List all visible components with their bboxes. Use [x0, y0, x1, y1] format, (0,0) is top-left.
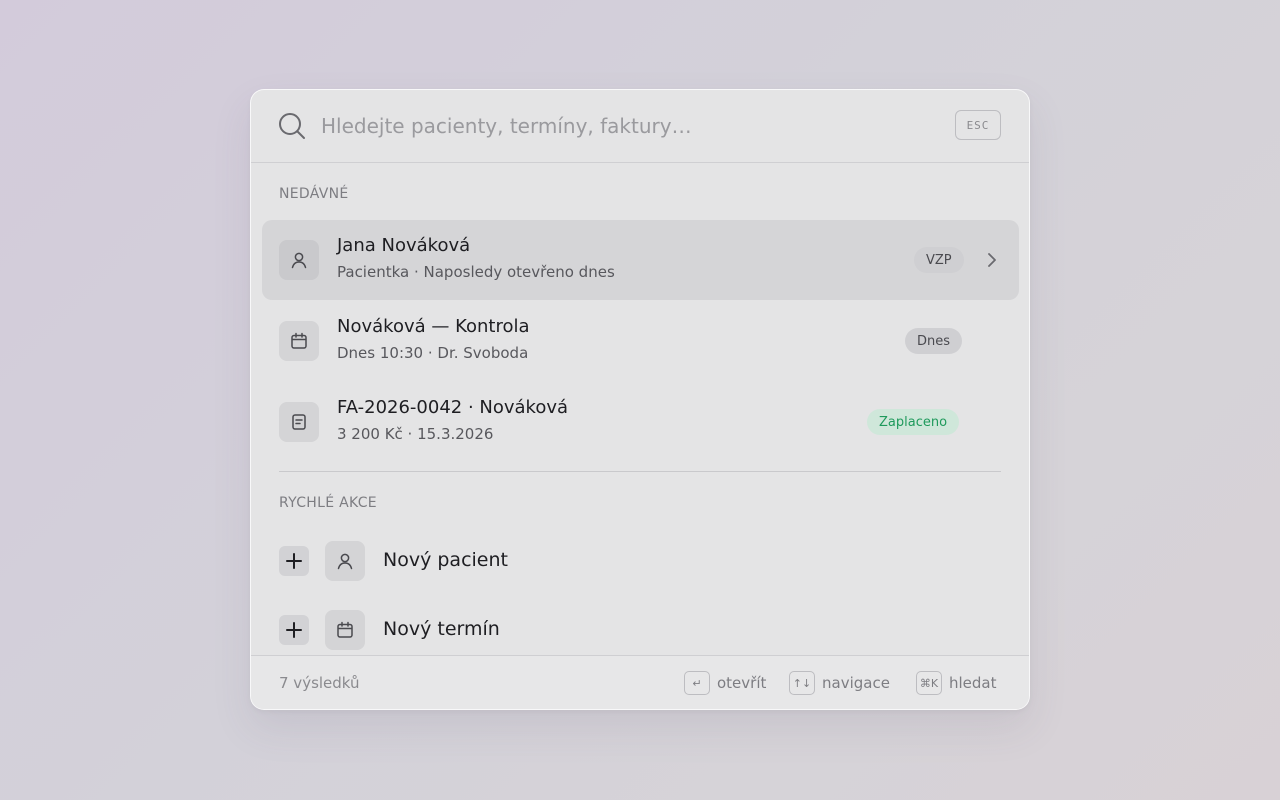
chevron-right-icon [988, 253, 996, 267]
hint-label: hledat [949, 674, 997, 692]
result-row-appointment[interactable]: Nováková — Kontrola Dnes 10:30 · Dr. Svo… [262, 301, 1019, 381]
search-icon [279, 113, 305, 139]
person-icon [325, 541, 365, 581]
result-title: Nováková — Kontrola [337, 316, 530, 337]
action-new-patient[interactable]: Nový pacient [279, 539, 1001, 583]
person-icon [279, 240, 319, 280]
hint-label: navigace [822, 674, 890, 692]
command-key-icon: ⌘K [916, 671, 942, 695]
date-badge: Dnes [905, 328, 963, 354]
result-title: FA-2026-0042 · Nováková [337, 397, 569, 418]
calendar-icon [325, 610, 365, 650]
section-divider [279, 471, 1001, 472]
hint-navigate: ↑↓ navigace [789, 670, 890, 696]
recent-heading: NEDÁVNÉ [279, 186, 349, 202]
command-palette: ESC NEDÁVNÉ Jana Nováková Pacientka · Na… [250, 89, 1030, 710]
arrow-keys-icon: ↑↓ [789, 671, 815, 695]
result-subtitle: 3 200 Kč · 15.3.2026 [337, 425, 494, 443]
result-title: Jana Nováková [337, 235, 471, 256]
search-bar: ESC [251, 90, 1029, 163]
plus-icon[interactable] [279, 546, 309, 576]
calendar-icon [279, 321, 319, 361]
result-subtitle: Dnes 10:30 · Dr. Svoboda [337, 344, 529, 362]
palette-footer: 7 výsledků ↵ otevřít ↑↓ navigace ⌘K hled… [251, 655, 1029, 709]
insurance-badge: VZP [914, 247, 964, 273]
action-new-appointment[interactable]: Nový termín [279, 608, 1001, 652]
result-count: 7 výsledků [279, 674, 360, 692]
enter-key-icon: ↵ [684, 671, 710, 695]
hint-search: ⌘K hledat [916, 670, 997, 696]
quick-actions-heading: RYCHLÉ AKCE [279, 495, 377, 511]
esc-key-hint[interactable]: ESC [955, 110, 1001, 140]
invoice-icon [279, 402, 319, 442]
action-label: Nový termín [383, 618, 500, 640]
hint-open: ↵ otevřít [684, 670, 766, 696]
action-label: Nový pacient [383, 549, 508, 571]
plus-icon[interactable] [279, 615, 309, 645]
hint-label: otevřít [717, 674, 767, 692]
result-subtitle: Pacientka · Naposledy otevřeno dnes [337, 263, 615, 281]
status-badge: Zaplaceno [867, 409, 960, 435]
result-row-invoice[interactable]: FA-2026-0042 · Nováková 3 200 Kč · 15.3.… [262, 382, 1019, 462]
result-row-patient[interactable]: Jana Nováková Pacientka · Naposledy otev… [262, 220, 1019, 300]
search-input[interactable] [321, 106, 881, 146]
